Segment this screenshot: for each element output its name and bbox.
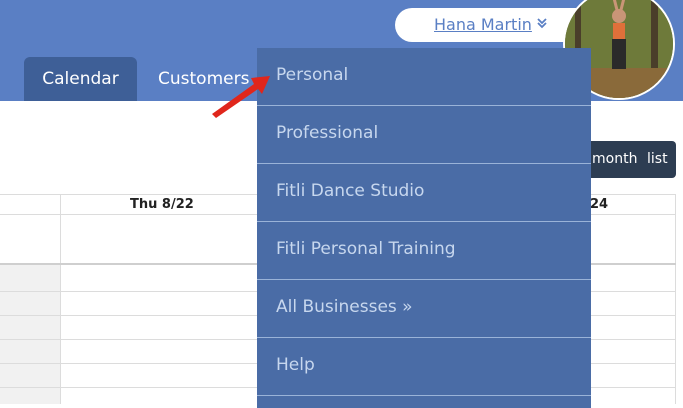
menu-item-label: Help [276, 355, 315, 375]
grid-line [60, 195, 61, 404]
menu-item-label: Fitli Personal Training [276, 239, 456, 259]
red-arrow-icon [212, 76, 270, 118]
user-name-link[interactable]: Hana Martin [434, 15, 532, 34]
menu-item-label: All Businesses » [276, 297, 413, 317]
menu-item-professional[interactable]: Professional [257, 106, 591, 164]
time-gutter [0, 265, 60, 404]
list-view-button[interactable]: list [647, 151, 668, 167]
grid-line [675, 195, 676, 404]
business-dropdown-menu: Personal Professional Fitli Dance Studio… [257, 48, 591, 408]
tab-calendar[interactable]: Calendar [24, 57, 137, 101]
view-toggle-group: month list [580, 141, 676, 178]
menu-item-personal[interactable]: Personal [257, 48, 591, 106]
menu-item-help[interactable]: Help [257, 338, 591, 396]
day-header-sat: 24 [590, 197, 609, 212]
menu-item-fitli-personal-training[interactable]: Fitli Personal Training [257, 222, 591, 280]
month-view-button[interactable]: month [592, 151, 637, 167]
menu-item-all-businesses[interactable]: All Businesses » [257, 280, 591, 338]
menu-item-fitli-dance-studio[interactable]: Fitli Dance Studio [257, 164, 591, 222]
day-header-thu: Thu 8/22 [130, 197, 194, 212]
double-chevron-down-icon[interactable] [535, 16, 549, 30]
menu-item-label: Fitli Dance Studio [276, 181, 425, 201]
menu-item-label: Professional [276, 123, 379, 143]
menu-item-label: Personal [276, 65, 349, 85]
